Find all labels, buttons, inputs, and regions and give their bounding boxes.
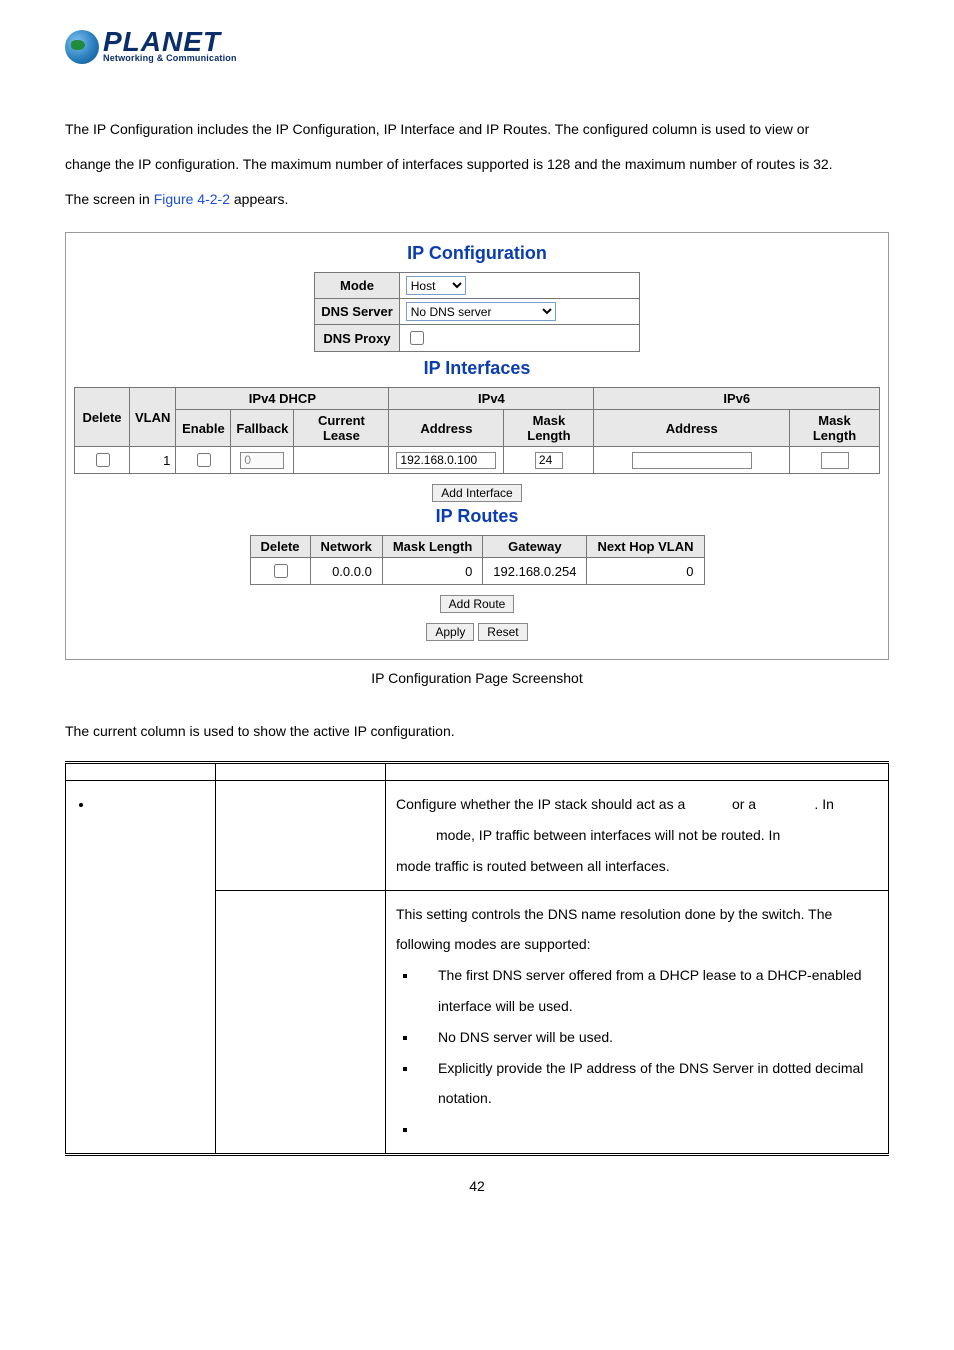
config-table: Mode Host DNS Server No DNS server DNS P… xyxy=(314,272,640,352)
globe-icon xyxy=(65,30,99,64)
if-ipv6-mask-input[interactable] xyxy=(821,452,849,469)
rt-nexthop: 0 xyxy=(587,558,704,585)
th-ipv6-mask: Mask Length xyxy=(790,410,880,447)
ip-config-title: IP Configuration xyxy=(66,243,888,264)
dns-server-label: DNS Server xyxy=(315,299,400,325)
intro-line-1: The IP Configuration includes the IP Con… xyxy=(65,121,809,137)
page-number: 42 xyxy=(65,1178,889,1194)
desc-dns-label xyxy=(216,890,386,1154)
ip-interfaces-title: IP Interfaces xyxy=(66,358,888,379)
th-delete: Delete xyxy=(75,388,130,447)
intro-line-3a: The screen in xyxy=(65,191,154,207)
figure-link[interactable]: Figure 4-2-2 xyxy=(154,191,230,207)
intro-line-2: change the IP configuration. The maximum… xyxy=(65,156,833,172)
th-fallback: Fallback xyxy=(231,410,294,447)
if-enable-checkbox[interactable] xyxy=(197,453,211,467)
dns-server-select[interactable]: No DNS server xyxy=(406,302,556,321)
add-route-button[interactable]: Add Route xyxy=(440,595,515,613)
rt-gateway: 192.168.0.254 xyxy=(483,558,587,585)
description-table: Configure whether the IP stack should ac… xyxy=(65,761,889,1156)
desc-col-item xyxy=(216,763,386,781)
brand-text: PLANET xyxy=(103,31,237,53)
if-ipv4-mask-input[interactable] xyxy=(535,452,563,469)
routes-table: Delete Network Mask Length Gateway Next … xyxy=(250,535,705,585)
rt-th-network: Network xyxy=(310,536,382,558)
apply-button[interactable]: Apply xyxy=(426,623,474,641)
rt-th-gateway: Gateway xyxy=(483,536,587,558)
brand-tagline: Networking & Communication xyxy=(103,53,237,63)
rt-delete-checkbox[interactable] xyxy=(274,564,288,578)
route-row: 0.0.0.0 0 192.168.0.254 0 xyxy=(250,558,704,585)
th-ipv4-mask: Mask Length xyxy=(504,410,594,447)
interfaces-table: Delete VLAN IPv4 DHCP IPv4 IPv6 Enable F… xyxy=(74,387,880,474)
mode-select[interactable]: Host xyxy=(406,276,466,295)
add-interface-button[interactable]: Add Interface xyxy=(432,484,521,502)
intro-line-3b: appears. xyxy=(230,191,288,207)
if-vlan: 1 xyxy=(130,447,176,474)
if-ipv4-address-input[interactable] xyxy=(396,452,496,469)
rt-network: 0.0.0.0 xyxy=(310,558,382,585)
if-fallback-input[interactable] xyxy=(240,452,284,469)
th-current-lease: Current Lease xyxy=(294,410,389,447)
if-delete-checkbox[interactable] xyxy=(96,453,110,467)
dns-proxy-label: DNS Proxy xyxy=(315,325,400,352)
current-column-text: The current column is used to show the a… xyxy=(65,716,889,747)
if-ipv6-address-input[interactable] xyxy=(632,452,752,469)
th-enable: Enable xyxy=(176,410,231,447)
rt-mask: 0 xyxy=(382,558,482,585)
figure-caption: IP Configuration Page Screenshot xyxy=(65,670,889,686)
reset-button[interactable]: Reset xyxy=(478,623,527,641)
logo: PLANET Networking & Communication xyxy=(65,30,889,64)
interface-row: 1 xyxy=(75,447,880,474)
desc-mode-text: Configure whether the IP stack should ac… xyxy=(386,781,889,890)
th-ipv6-address: Address xyxy=(594,410,790,447)
if-current-lease xyxy=(294,447,389,474)
ip-config-panel: IP Configuration Mode Host DNS Server No… xyxy=(65,232,889,660)
desc-object-cell xyxy=(66,781,216,1155)
th-vlan: VLAN xyxy=(130,388,176,447)
th-ipv4-address: Address xyxy=(389,410,504,447)
rt-th-nexthop: Next Hop VLAN xyxy=(587,536,704,558)
desc-dns-text: This setting controls the DNS name resol… xyxy=(386,890,889,1154)
rt-th-delete: Delete xyxy=(250,536,310,558)
desc-col-desc xyxy=(386,763,889,781)
mode-label: Mode xyxy=(315,273,400,299)
desc-col-object xyxy=(66,763,216,781)
th-ipv4-dhcp: IPv4 DHCP xyxy=(176,388,389,410)
intro-paragraph: The IP Configuration includes the IP Con… xyxy=(65,114,889,214)
ip-routes-title: IP Routes xyxy=(66,506,888,527)
rt-th-mask: Mask Length xyxy=(382,536,482,558)
dns-proxy-checkbox[interactable] xyxy=(410,331,424,345)
th-ipv6: IPv6 xyxy=(594,388,880,410)
desc-mode-label xyxy=(216,781,386,890)
th-ipv4: IPv4 xyxy=(389,388,594,410)
